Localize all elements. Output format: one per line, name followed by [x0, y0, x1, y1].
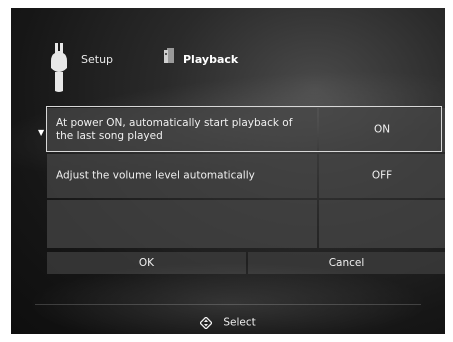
header: Setup Playback — [11, 8, 445, 103]
footer-hint: Select — [11, 312, 445, 330]
setting-row-auto-volume[interactable]: Adjust the volume level automatically — [47, 154, 317, 198]
cancel-button[interactable]: Cancel — [248, 252, 445, 274]
setting-value: OFF — [371, 169, 393, 182]
setting-label: Adjust the volume level automatically — [56, 169, 255, 182]
setting-value-auto-volume[interactable]: OFF — [319, 154, 445, 198]
ok-button[interactable]: OK — [47, 252, 246, 274]
settings-list: At power ON, automatically start playbac… — [46, 106, 445, 250]
setting-label: At power ON, automatically start playbac… — [56, 117, 293, 142]
footer-divider — [35, 304, 421, 305]
tab-playback[interactable]: Playback — [183, 53, 238, 66]
dialog-buttons: OK Cancel — [47, 252, 445, 274]
playback-setup-screen: Setup Playback ▼ At power ON, automatica… — [11, 8, 445, 334]
setting-value-auto-playback[interactable]: ON — [319, 108, 445, 152]
row-cursor-icon: ▼ — [38, 128, 45, 137]
setting-row-empty — [47, 200, 317, 248]
setting-value: ON — [373, 123, 391, 136]
select-hint-label: Select — [223, 316, 256, 329]
setting-row-auto-playback[interactable]: At power ON, automatically start playbac… — [47, 108, 317, 152]
music-note-icon — [164, 48, 174, 63]
wrench-icon — [51, 43, 67, 92]
tab-setup[interactable]: Setup — [81, 53, 113, 66]
directional-pad-icon — [200, 316, 213, 329]
setting-value-empty — [319, 200, 445, 248]
